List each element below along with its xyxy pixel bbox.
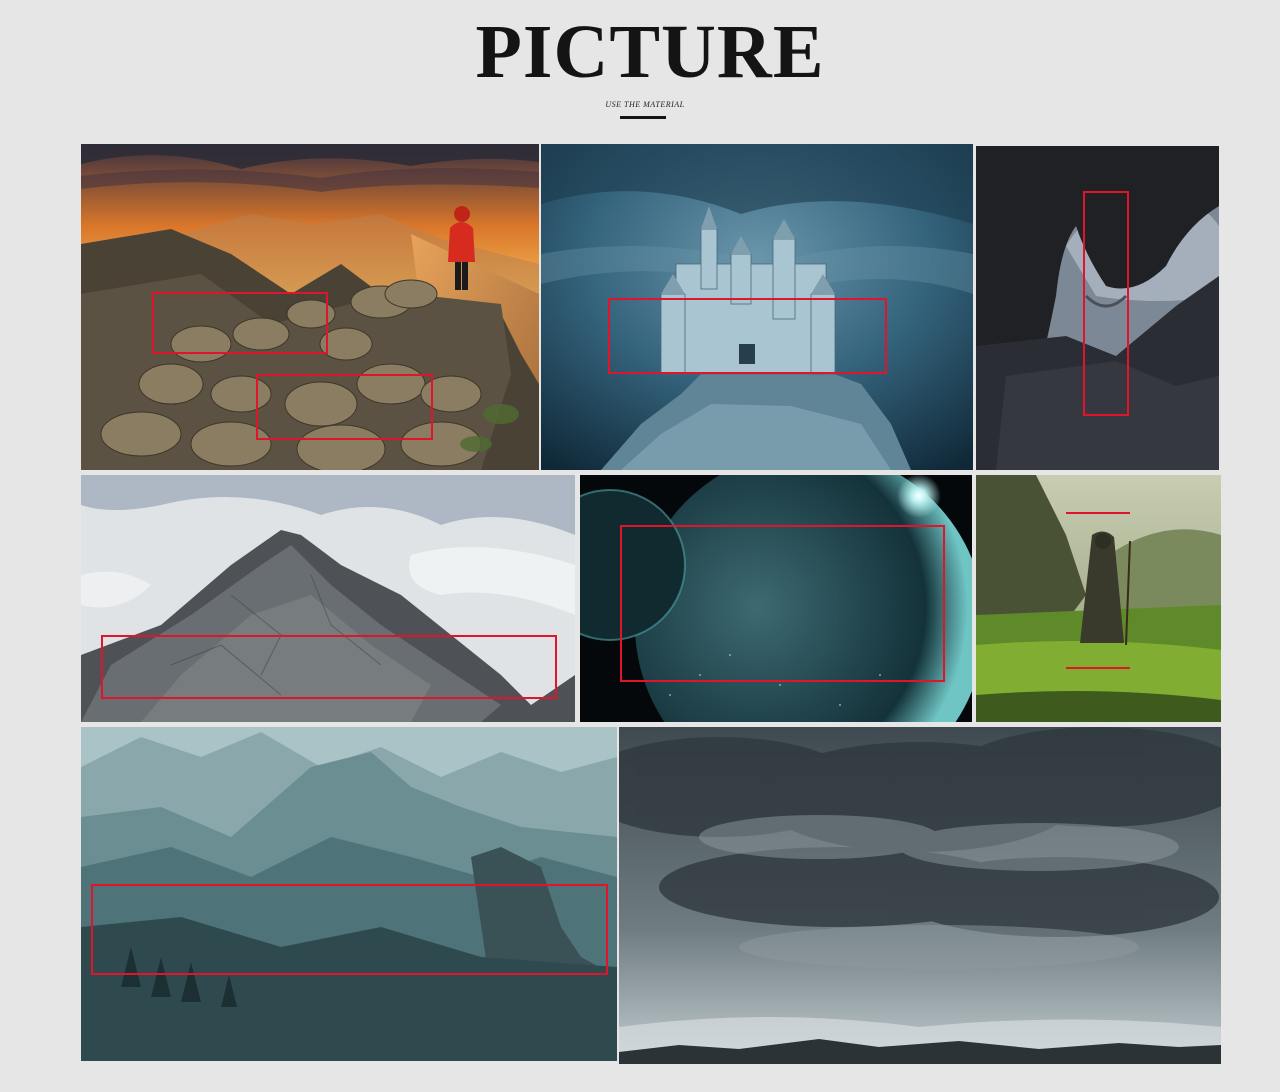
photo-castle-on-rock[interactable] [541, 144, 973, 470]
wanderer-image [976, 475, 1221, 722]
cave-arch-image [976, 146, 1219, 470]
planet-image [580, 475, 972, 722]
photo-misty-peak[interactable] [81, 475, 575, 722]
storm-clouds-image [619, 727, 1221, 1064]
photo-storm-clouds[interactable] [619, 727, 1221, 1064]
photo-cloaked-wanderer[interactable] [976, 475, 1221, 722]
page: PICTURE USE THE MATERIAL [0, 0, 1280, 1092]
photo-cave-arch[interactable] [976, 146, 1219, 470]
photo-misty-valley[interactable] [81, 727, 617, 1061]
misty-valley-image [81, 727, 617, 1061]
sunset-ridge-image [81, 144, 539, 470]
title-underline [620, 116, 666, 119]
misty-peak-image [81, 475, 575, 722]
photo-sunset-ridge-hiker[interactable] [81, 144, 539, 470]
castle-image [541, 144, 973, 470]
photo-planet-in-space[interactable] [580, 475, 972, 722]
page-subtitle: USE THE MATERIAL [605, 100, 685, 109]
page-title: PICTURE [475, 10, 825, 94]
